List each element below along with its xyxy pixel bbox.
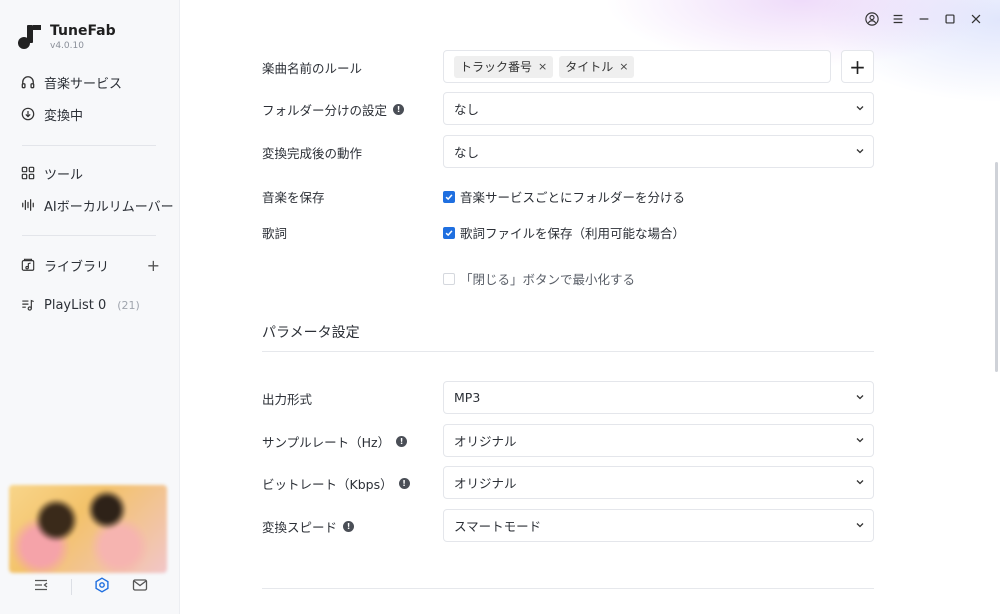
sidebar-divider	[22, 235, 156, 236]
sidebar: TuneFab v4.0.10 音楽サービス 変換中 ツール AIボーカルリムー…	[0, 0, 180, 614]
sidebar-item-music-services[interactable]: 音楽サービス	[0, 66, 180, 98]
sidebar-item-playlist[interactable]: PlayList 0 (21)	[0, 289, 180, 321]
output-format-select[interactable]: MP3	[443, 381, 874, 414]
sidebar-item-vocal-remover[interactable]: AIボーカルリムーバー	[0, 189, 180, 221]
scrollbar[interactable]	[995, 162, 998, 372]
menu-icon[interactable]	[890, 11, 906, 27]
bitrate-select[interactable]: オリジナル	[443, 466, 874, 499]
account-icon[interactable]	[864, 11, 880, 27]
sample-rate-label: サンプルレート（Hz） !	[262, 432, 408, 451]
info-icon[interactable]: !	[393, 104, 405, 115]
sidebar-divider	[22, 145, 156, 146]
playlist-count: (21)	[117, 298, 140, 312]
filename-rule-label: 楽曲名前のルール	[262, 61, 363, 76]
info-icon[interactable]: !	[396, 436, 408, 447]
chevron-down-icon	[856, 395, 864, 400]
headphones-icon	[21, 75, 35, 89]
sample-rate-select[interactable]: オリジナル	[443, 424, 874, 457]
app-name: TuneFab	[50, 23, 116, 39]
filename-rule-field[interactable]: トラック番号 × タイトル ×	[443, 50, 831, 83]
sidebar-item-converting[interactable]: 変換中	[0, 98, 180, 130]
sidebar-item-label: 音楽サービス	[44, 76, 123, 92]
save-lyrics-checkbox[interactable]: 歌詞ファイルを保存（利用可能な場合）	[443, 223, 685, 242]
brand: TuneFab v4.0.10	[18, 22, 116, 52]
folder-split-label: フォルダー分けの設定 !	[262, 100, 405, 119]
folder-split-select[interactable]: なし	[443, 92, 874, 125]
settings-icon[interactable]	[94, 577, 110, 597]
sidebar-item-label: PlayList 0	[44, 297, 107, 313]
output-format-label: 出力形式	[262, 392, 313, 407]
minimize-icon[interactable]	[916, 11, 932, 27]
chevron-down-icon	[856, 480, 864, 485]
convert-speed-select[interactable]: スマートモード	[443, 509, 874, 542]
parameters-section-title: パラメータ設定	[262, 325, 360, 341]
tag-track-number: トラック番号 ×	[454, 55, 554, 78]
lyrics-label: 歌詞	[262, 226, 288, 241]
remove-tag-button[interactable]: ×	[619, 60, 628, 73]
close-icon[interactable]	[968, 11, 984, 27]
tag-title: タイトル ×	[559, 55, 635, 78]
checkbox-unchecked-icon[interactable]	[443, 272, 455, 285]
footer-divider	[70, 579, 72, 595]
add-rule-button[interactable]: +	[841, 50, 874, 83]
sidebar-item-label: AIボーカルリムーバー	[44, 199, 174, 215]
chevron-down-icon	[856, 438, 864, 443]
grid-icon	[21, 166, 35, 180]
download-circle-icon	[21, 107, 35, 121]
settings-panel: 楽曲名前のルール トラック番号 × タイトル × + フォルダー分けの設定 !	[181, 0, 1000, 614]
sidebar-item-label: ツール	[44, 167, 84, 183]
tunefab-logo	[18, 25, 42, 49]
minimize-on-close-checkbox[interactable]: 「閉じる」ボタンで最小化する	[443, 269, 635, 288]
maximize-icon[interactable]	[942, 11, 958, 27]
promo-banner[interactable]	[9, 485, 167, 573]
save-music-label: 音楽を保存	[262, 190, 325, 205]
checkbox-checked-icon[interactable]	[443, 226, 455, 239]
music-folder-icon	[21, 258, 35, 272]
after-convert-label: 変換完成後の動作	[262, 146, 363, 161]
add-library-button[interactable]: +	[147, 256, 160, 275]
chevron-down-icon	[856, 523, 864, 528]
after-convert-select[interactable]: なし	[443, 135, 874, 168]
checkbox-checked-icon[interactable]	[443, 190, 455, 203]
convert-speed-label: 変換スピード !	[262, 517, 355, 536]
mail-icon[interactable]	[132, 577, 148, 597]
sidebar-footer	[0, 574, 180, 600]
bitrate-label: ビットレート（Kbps） !	[262, 474, 410, 493]
remove-tag-button[interactable]: ×	[538, 60, 547, 73]
sidebar-item-library[interactable]: ライブラリ +	[0, 249, 180, 281]
info-icon[interactable]: !	[343, 521, 355, 532]
app-window: TuneFab v4.0.10 音楽サービス 変換中 ツール AIボーカルリムー…	[0, 0, 1000, 614]
window-controls	[864, 11, 984, 27]
sidebar-item-tools[interactable]: ツール	[0, 157, 180, 189]
section-divider	[262, 588, 874, 589]
sidebar-item-label: 変換中	[44, 108, 84, 124]
chevron-down-icon	[856, 106, 864, 111]
app-version: v4.0.10	[50, 41, 84, 51]
sidebar-item-label: ライブラリ	[44, 259, 110, 275]
save-music-checkbox[interactable]: 音楽サービスごとにフォルダーを分ける	[443, 187, 685, 206]
info-icon[interactable]: !	[398, 478, 410, 489]
collapse-menu-icon[interactable]	[33, 577, 49, 597]
waveform-icon	[21, 198, 35, 212]
chevron-down-icon	[856, 149, 864, 154]
playlist-icon	[21, 298, 35, 312]
section-divider	[262, 351, 874, 352]
